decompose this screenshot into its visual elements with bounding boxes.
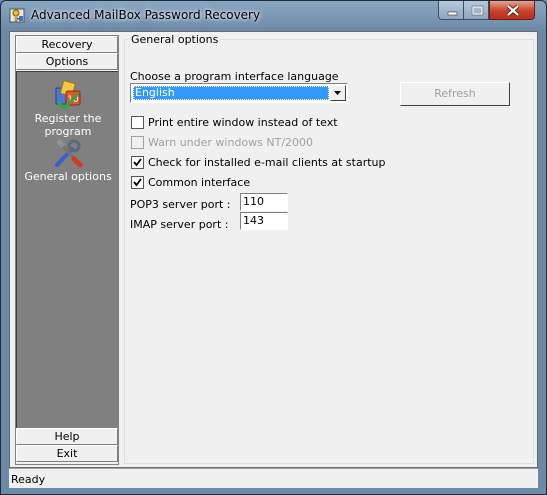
maximize-icon [471,5,484,16]
status-bar: Ready [9,468,538,488]
dropdown-button[interactable] [330,85,346,101]
minimize-icon [447,11,458,16]
language-select[interactable]: English [130,83,348,103]
check-icon [133,178,142,187]
imap-port-input[interactable]: 143 [240,212,288,230]
refresh-button[interactable]: Refresh [400,82,510,106]
window-title: Advanced MailBox Password Recovery [31,8,261,22]
pop3-port-label: POP3 server port : [130,198,231,211]
language-selected-value: English [133,86,329,100]
title-bar[interactable]: Advanced MailBox Password Recovery [1,1,546,31]
minimize-button[interactable] [438,1,464,20]
close-button[interactable] [489,1,535,20]
client-area: Recovery Options 10 Register the program [9,31,538,468]
print-window-label[interactable]: Print entire window instead of text [148,116,338,129]
print-window-checkbox[interactable] [131,116,144,129]
sidebar-item-register-label: Register the program [34,112,102,138]
sidebar-item-register[interactable]: 10 Register the program [17,80,119,138]
imap-port-label: IMAP server port : [130,218,229,231]
register-icon: 10 [55,80,81,111]
check-icon [133,158,142,167]
pop3-port-input[interactable]: 110 [240,193,288,211]
sidebar: Recovery Options 10 Register the program [15,35,119,465]
sidebar-panel: 10 Register the program General options [16,71,118,428]
check-mail-clients-label[interactable]: Check for installed e-mail clients at st… [148,156,386,169]
status-text: Ready [11,473,46,486]
sidebar-button-recovery[interactable]: Recovery [16,36,118,53]
app-key-icon [9,8,25,23]
warn-nt-label: Warn under windows NT/2000 [148,136,314,149]
check-mail-clients-checkbox[interactable] [131,156,144,169]
chevron-down-icon [334,91,341,95]
language-label: Choose a program interface language [130,70,339,83]
app-window: Advanced MailBox Password Recovery Recov… [0,0,547,495]
sidebar-button-options[interactable]: Options [16,53,118,70]
sidebar-item-general-options-label: General options [24,170,112,183]
sidebar-item-general-options[interactable]: General options [17,138,119,183]
warn-nt-checkbox [131,136,144,149]
sidebar-button-exit[interactable]: Exit [16,445,118,462]
sidebar-button-help[interactable]: Help [16,428,118,445]
maximize-button[interactable] [463,1,489,20]
common-interface-label[interactable]: Common interface [148,176,250,189]
group-title: General options [129,33,221,46]
common-interface-checkbox[interactable] [131,176,144,189]
close-icon [506,4,520,17]
tools-icon [55,138,83,168]
